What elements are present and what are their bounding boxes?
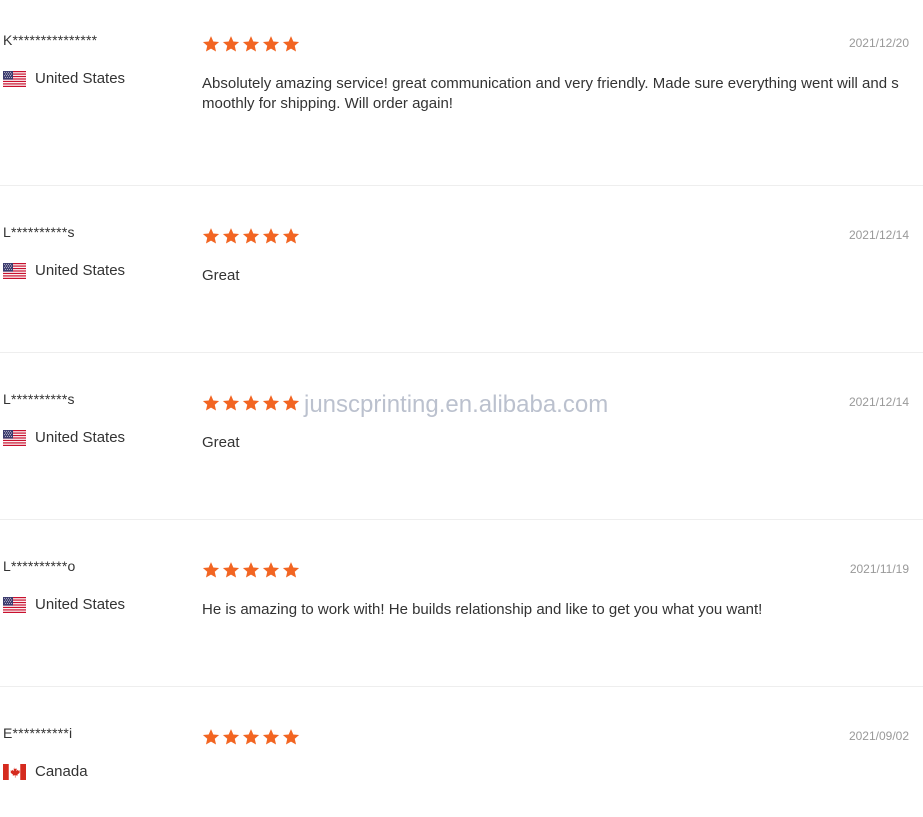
review-date: 2021/12/20	[848, 36, 909, 50]
star-icon	[282, 728, 300, 746]
canada-flag-icon	[3, 764, 26, 780]
star-icon	[262, 394, 280, 412]
reviewer-name: E**********i	[3, 725, 73, 741]
review-date: 2021/12/14	[848, 395, 909, 409]
review-item: L**********s United States 2021/12/14 Great	[0, 353, 923, 520]
country-label: United States	[35, 262, 126, 279]
review-item: K*************** United States 2021/12/20 A…	[0, 0, 923, 186]
star-icon	[202, 728, 220, 746]
star-icon	[242, 227, 260, 245]
reviewer-country: United States	[3, 596, 125, 613]
star-icon	[282, 394, 300, 412]
review-item: E**********i Canada 2021/09/02	[0, 687, 923, 817]
reviewer-name: L**********s	[3, 391, 75, 407]
us-flag-icon	[3, 597, 26, 613]
star-icon	[242, 394, 260, 412]
country-label: Canada	[35, 763, 88, 780]
country-label: United States	[35, 429, 126, 446]
star-icon	[262, 35, 280, 53]
star-icon	[262, 728, 280, 746]
reviewer-country: United States	[3, 70, 125, 87]
country-label: United States	[35, 70, 126, 87]
star-icon	[222, 227, 240, 245]
star-icon	[202, 561, 220, 579]
star-icon	[282, 35, 300, 53]
star-icon	[202, 35, 220, 53]
review-comment: Absolutely amazing service! great commun…	[202, 75, 899, 112]
us-flag-icon	[3, 71, 26, 87]
star-rating	[202, 561, 302, 579]
us-flag-icon	[3, 430, 26, 446]
reviewer-country: United States	[3, 262, 125, 279]
review-item: L**********o United States 2021/11/19 He is…	[0, 520, 923, 687]
review-comment: Great	[202, 267, 240, 284]
star-icon	[222, 728, 240, 746]
star-rating	[202, 35, 302, 53]
reviewer-country: United States	[3, 429, 125, 446]
star-icon	[282, 227, 300, 245]
star-icon	[262, 561, 280, 579]
star-icon	[202, 227, 220, 245]
star-icon	[202, 394, 220, 412]
star-icon	[242, 561, 260, 579]
star-icon	[222, 561, 240, 579]
review-list: K*************** United States 2021/12/20 A…	[0, 0, 923, 817]
reviewer-name: K***************	[3, 32, 98, 48]
country-label: United States	[35, 596, 126, 613]
review-item: L**********s United States 2021/12/14 Great	[0, 186, 923, 353]
star-rating	[202, 728, 302, 746]
star-icon	[242, 35, 260, 53]
review-date: 2021/11/19	[849, 562, 909, 576]
star-icon	[282, 561, 300, 579]
star-rating	[202, 394, 302, 412]
reviewer-name: L**********o	[3, 558, 76, 574]
review-comment: He is amazing to work with! He builds re…	[202, 601, 763, 618]
review-date: 2021/12/14	[848, 228, 909, 242]
us-flag-icon	[3, 263, 26, 279]
reviewer-country: Canada	[3, 763, 88, 780]
star-icon	[222, 394, 240, 412]
star-icon	[262, 227, 280, 245]
star-icon	[222, 35, 240, 53]
star-rating	[202, 227, 302, 245]
star-icon	[242, 728, 260, 746]
review-date: 2021/09/02	[848, 729, 909, 743]
reviewer-name: L**********s	[3, 224, 75, 240]
review-comment: Great	[202, 434, 240, 451]
